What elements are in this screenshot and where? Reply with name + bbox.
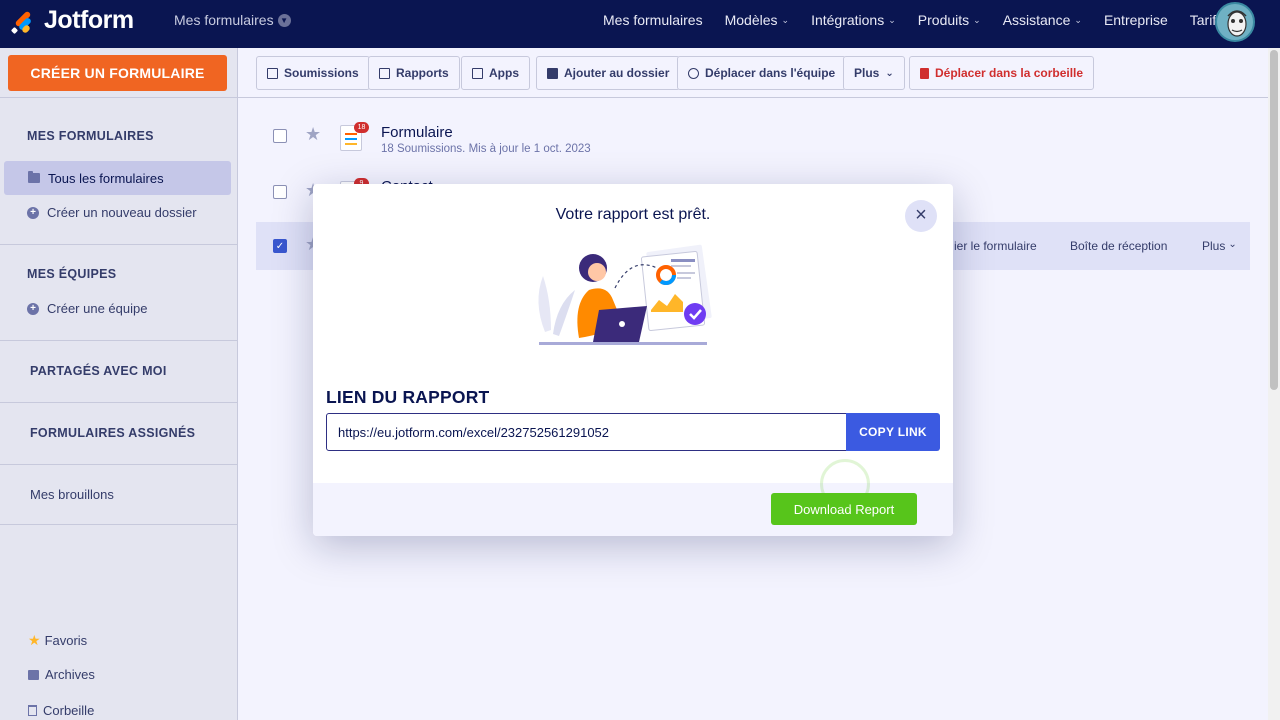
close-icon: × [915,204,927,226]
close-button[interactable]: × [905,200,937,232]
report-link-label: LIEN DU RAPPORT [326,387,490,407]
copy-link-button[interactable]: COPY LINK [846,413,940,451]
report-ready-dialog: Votre rapport est prêt. × LIEN DU RAPPOR… [313,184,953,536]
dialog-title: Votre rapport est prêt. [555,206,711,223]
report-link-input[interactable] [326,413,847,451]
click-ripple [820,459,870,509]
report-illustration [538,244,712,345]
